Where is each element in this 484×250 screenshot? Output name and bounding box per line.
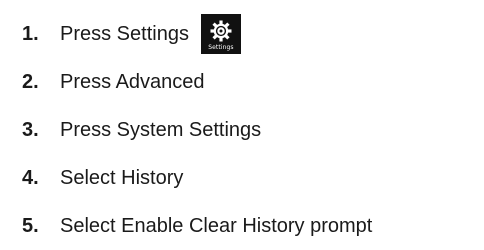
- step-2: 2. Press Advanced: [22, 58, 482, 106]
- step-text: Select Enable Clear History prompt: [60, 215, 373, 237]
- step-text: Press Advanced: [60, 71, 205, 93]
- settings-icon-caption: Settings: [208, 44, 234, 51]
- step-text: Press Settings: [60, 23, 189, 45]
- step-5: 5. Select Enable Clear History prompt: [22, 202, 482, 250]
- step-number: 1.: [22, 23, 39, 45]
- instruction-steps: 1. Press Settings Settings 2. Press Adva…: [22, 10, 482, 250]
- step-3: 3. Press System Settings: [22, 106, 482, 154]
- step-number: 2.: [22, 71, 39, 93]
- step-text: Press System Settings: [60, 119, 262, 141]
- step-number: 5.: [22, 215, 39, 237]
- step-4: 4. Select History: [22, 154, 482, 202]
- step-1: 1. Press Settings Settings: [22, 10, 482, 58]
- settings-gear-icon: Settings: [200, 14, 241, 54]
- step-number: 3.: [22, 119, 39, 141]
- step-text: Select History: [60, 167, 184, 189]
- step-number: 4.: [22, 167, 39, 189]
